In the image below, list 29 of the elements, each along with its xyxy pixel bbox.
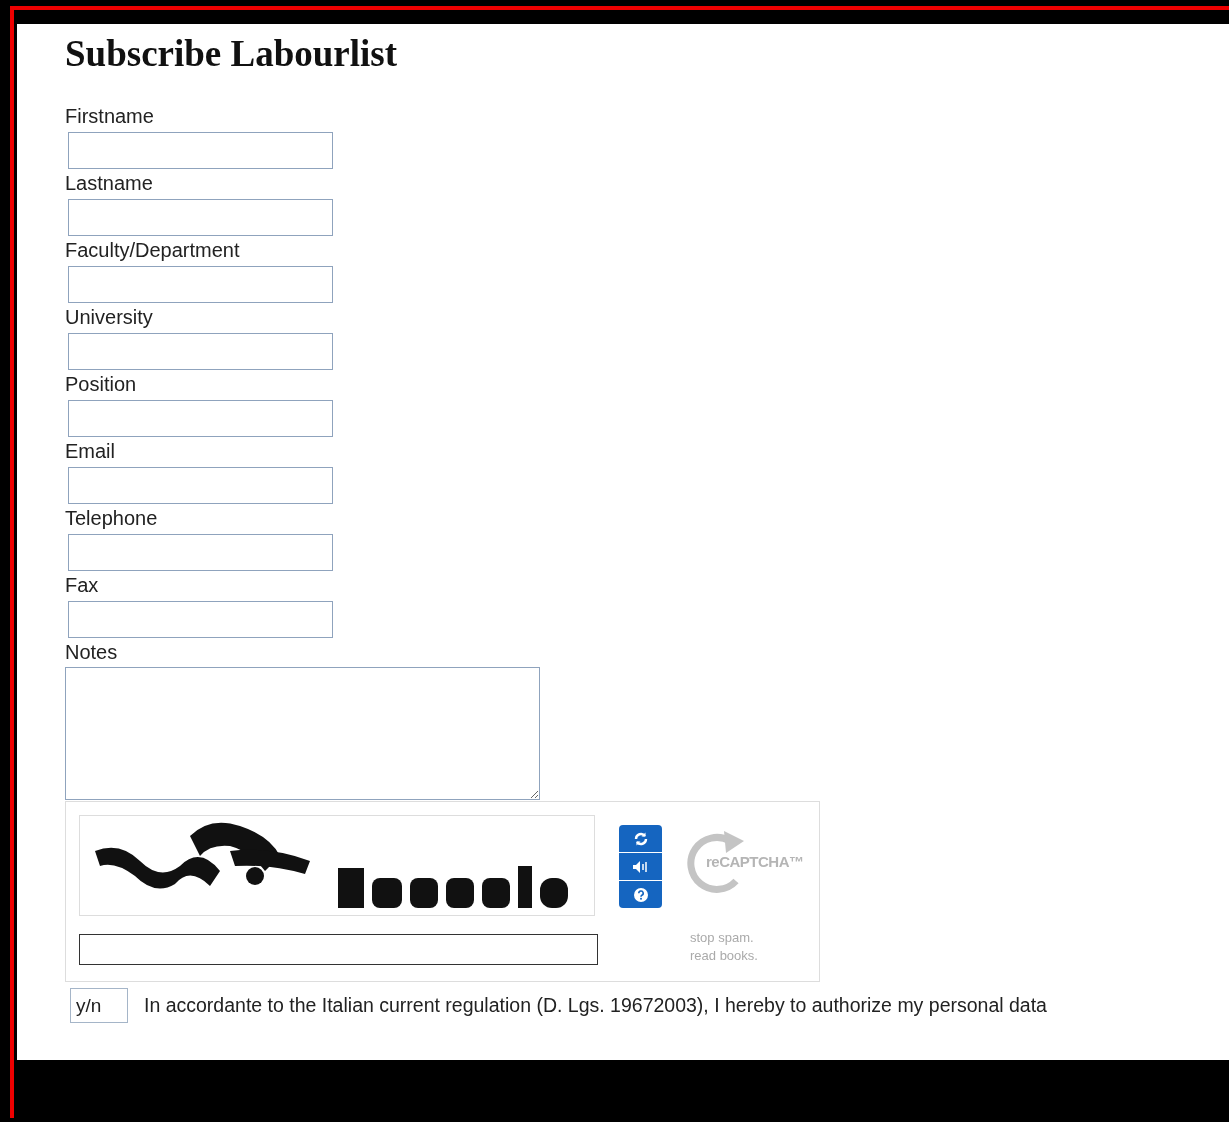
field-label: Firstname: [65, 104, 155, 129]
consent-text: In accordante to the Italian current regulation (D. Lgs. 19672003), I hereby to authorize my personal data: [144, 994, 1047, 1017]
question-icon: [633, 887, 648, 902]
refresh-icon: [632, 830, 649, 847]
field-label: Lastname: [65, 171, 154, 196]
speaker-icon: [631, 859, 650, 874]
input-field[interactable]: [68, 132, 333, 169]
input-field[interactable]: [68, 199, 333, 236]
audio-button[interactable]: [619, 853, 662, 881]
page-title: Subscribe Labourlist: [65, 32, 399, 76]
input-field[interactable]: [68, 534, 333, 571]
captcha-field[interactable]: [79, 934, 598, 965]
captcha-tagline: stop spam. read books.: [690, 929, 759, 965]
input-field[interactable]: [68, 400, 333, 437]
field-label: University: [65, 305, 154, 330]
input-field[interactable]: [68, 266, 333, 303]
consent-field[interactable]: y/n: [70, 988, 128, 1023]
input-field[interactable]: [68, 467, 333, 504]
field-label: Fax: [65, 573, 100, 598]
field-label: Notes: [65, 640, 119, 665]
field-label: Position: [65, 372, 138, 397]
help-button[interactable]: [619, 881, 662, 908]
field-label: Email: [65, 439, 116, 464]
reload-button[interactable]: [619, 825, 662, 853]
field-label: Telephone: [65, 506, 159, 531]
input-field[interactable]: [68, 333, 333, 370]
notes-field[interactable]: [65, 667, 540, 800]
input-field[interactable]: [68, 601, 333, 638]
field-label: Faculty/Department: [65, 238, 241, 263]
